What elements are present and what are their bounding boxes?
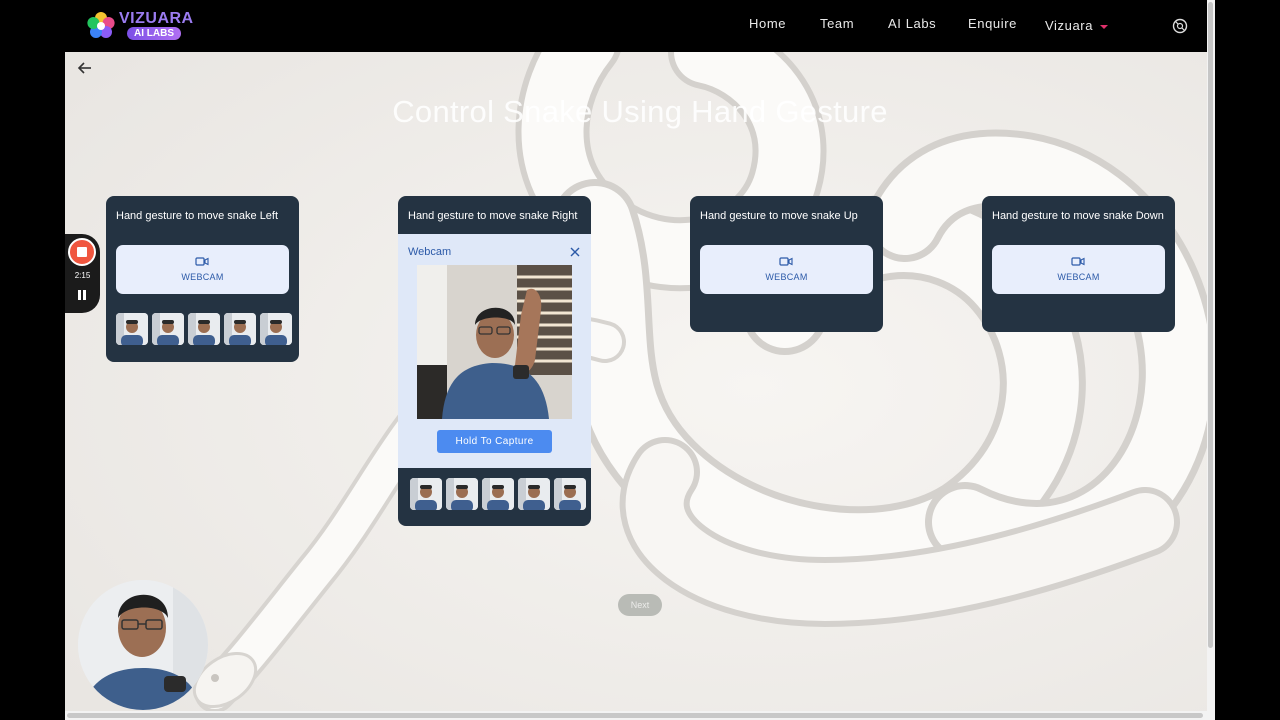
- sample-thumbnail[interactable]: [260, 313, 292, 345]
- screen: VIZUARA AI LABS Home Team AI Labs Enquir…: [0, 0, 1280, 720]
- brand-badge: AI LABS: [127, 27, 181, 40]
- flower-logo-icon: [87, 12, 115, 38]
- brand-name: VIZUARA: [119, 10, 194, 27]
- help-icon[interactable]: [1172, 18, 1188, 34]
- webcam-button[interactable]: WEBCAM: [700, 245, 873, 294]
- sample-thumbnails: [116, 313, 293, 345]
- person-thumbnail-image: [260, 313, 292, 345]
- caret-down-icon: [1100, 24, 1109, 29]
- video-camera-icon: [195, 257, 209, 266]
- person-thumbnail-image: [554, 478, 586, 510]
- vertical-scrollbar-thumb[interactable]: [1208, 2, 1213, 648]
- horizontal-scrollbar-thumb[interactable]: [67, 713, 1203, 718]
- page-title: Control Snake Using Hand Gesture: [392, 94, 888, 129]
- webcam-button[interactable]: WEBCAM: [116, 245, 289, 294]
- gesture-card-right: Hand gesture to move snake Right Webcam: [398, 196, 591, 526]
- card-title: Hand gesture to move snake Left: [116, 210, 279, 222]
- close-icon[interactable]: [570, 247, 580, 257]
- webcam-button-label: WEBCAM: [181, 272, 224, 282]
- nav-home-link[interactable]: Home: [749, 16, 786, 31]
- webcam-video-feed: [417, 265, 572, 419]
- person-thumbnail-image: [152, 313, 184, 345]
- back-arrow-icon[interactable]: [77, 60, 93, 76]
- recording-time: 2:15: [74, 271, 91, 280]
- webcam-panel-title: Webcam: [408, 246, 452, 258]
- sample-thumbnail[interactable]: [518, 478, 550, 510]
- browser-viewport: VIZUARA AI LABS Home Team AI Labs Enquir…: [65, 0, 1215, 720]
- top-navbar: VIZUARA AI LABS Home Team AI Labs Enquir…: [65, 0, 1215, 52]
- sample-thumbnail[interactable]: [446, 478, 478, 510]
- card-title: Hand gesture to move snake Right: [408, 210, 578, 222]
- nav-enquire-link[interactable]: Enquire: [968, 16, 1017, 31]
- sample-thumbnail[interactable]: [152, 313, 184, 345]
- account-menu[interactable]: Vizuara: [1045, 18, 1109, 33]
- sample-thumbnail[interactable]: [116, 313, 148, 345]
- next-button[interactable]: Next: [618, 594, 662, 616]
- vertical-scrollbar[interactable]: [1207, 0, 1215, 720]
- person-thumbnail-image: [446, 478, 478, 510]
- person-thumbnail-image: [116, 313, 148, 345]
- webcam-button[interactable]: WEBCAM: [992, 245, 1165, 294]
- horizontal-scrollbar[interactable]: [65, 711, 1207, 720]
- account-menu-label: Vizuara: [1045, 18, 1094, 33]
- sample-thumbnails: [408, 478, 586, 510]
- webcam-button-label: WEBCAM: [1057, 272, 1100, 282]
- video-camera-icon: [779, 257, 793, 266]
- person-thumbnail-image: [224, 313, 256, 345]
- sample-thumbnail[interactable]: [188, 313, 220, 345]
- card-title: Hand gesture to move snake Down: [992, 210, 1164, 222]
- gesture-card-left: Hand gesture to move snake Left WEBCAM: [106, 196, 299, 362]
- sample-thumbnail[interactable]: [554, 478, 586, 510]
- pause-icon[interactable]: [78, 290, 87, 300]
- person-thumbnail-image: [482, 478, 514, 510]
- person-thumbnail-image: [410, 478, 442, 510]
- nav-ai-labs-link[interactable]: AI Labs: [888, 16, 936, 31]
- stop-icon: [77, 247, 87, 257]
- gesture-card-down: Hand gesture to move snake Down WEBCAM: [982, 196, 1175, 332]
- main-content: Control Snake Using Hand Gesture Hand ge…: [65, 52, 1215, 720]
- person-thumbnail-image: [518, 478, 550, 510]
- sample-thumbnail[interactable]: [482, 478, 514, 510]
- vizuara-logo[interactable]: VIZUARA AI LABS: [85, 8, 205, 44]
- webcam-panel: Webcam Hold To Capture: [398, 234, 591, 468]
- sample-thumbnail[interactable]: [224, 313, 256, 345]
- person-thumbnail-image: [188, 313, 220, 345]
- nav-team-link[interactable]: Team: [820, 16, 854, 31]
- sample-thumbnail[interactable]: [410, 478, 442, 510]
- screen-recorder-widget: 2:15: [65, 234, 100, 313]
- webcam-button-label: WEBCAM: [765, 272, 808, 282]
- hold-to-capture-button[interactable]: Hold To Capture: [437, 430, 552, 453]
- gesture-card-up: Hand gesture to move snake Up WEBCAM: [690, 196, 883, 332]
- stop-recording-button[interactable]: [68, 238, 96, 266]
- snake-background-image: [65, 52, 1215, 720]
- video-camera-icon: [1071, 257, 1085, 266]
- card-title: Hand gesture to move snake Up: [700, 210, 858, 222]
- presenter-facecam: [78, 580, 208, 710]
